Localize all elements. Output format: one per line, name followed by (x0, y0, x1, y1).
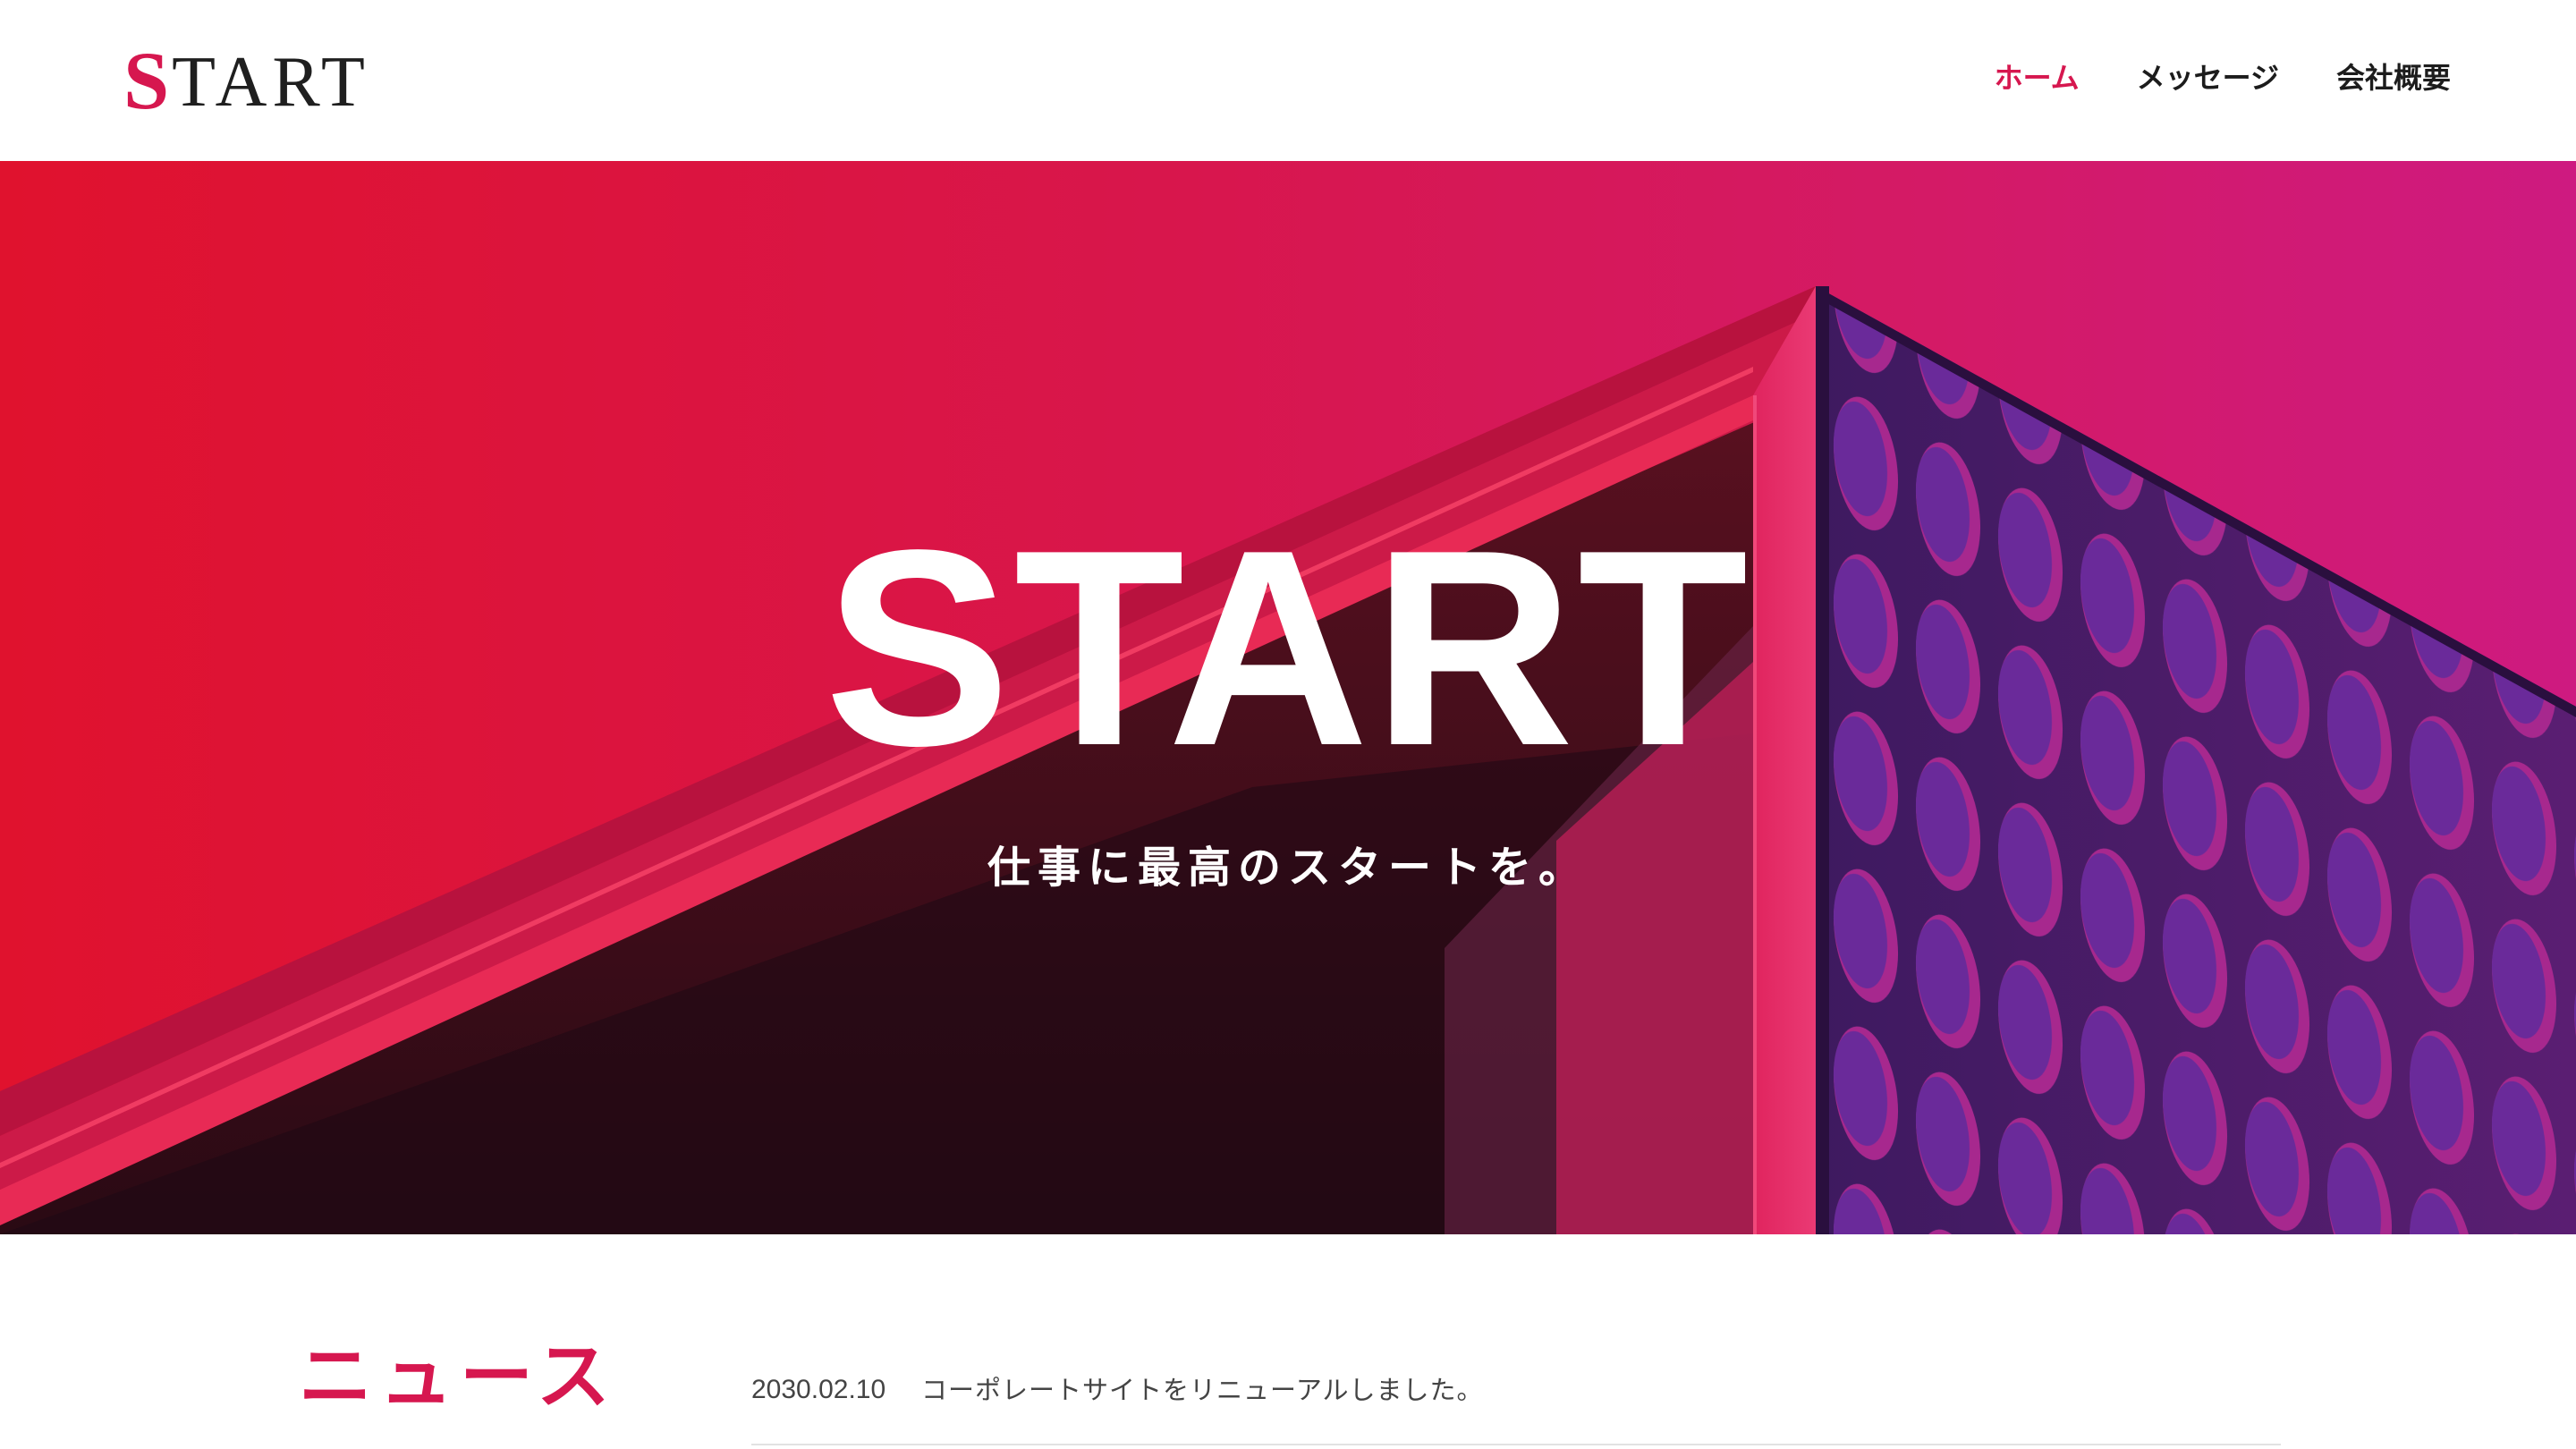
news-title[interactable]: コーポレートサイトをリニューアルしました。 (921, 1370, 1484, 1410)
hero-section: START 仕事に最高のスタートを。 (0, 161, 2576, 1234)
nav-message[interactable]: メッセージ (2137, 55, 2279, 100)
logo-letter-s: S (123, 35, 173, 126)
site-logo[interactable]: S TART (123, 35, 370, 126)
nav-home[interactable]: ホーム (1995, 55, 2080, 100)
hero-title: START (824, 493, 1752, 804)
nav-company[interactable]: 会社概要 (2336, 55, 2451, 100)
main-nav: ホーム メッセージ 会社概要 (1995, 55, 2451, 100)
hero-subtitle: 仕事に最高のスタートを。 (987, 843, 1589, 893)
news-section: ニュース 2030.02.10 コーポレートサイトをリニューアルしました。 (0, 1234, 2576, 1449)
news-item[interactable]: 2030.02.10 コーポレートサイトをリニューアルしました。 (751, 1370, 2281, 1445)
logo-text: TART (172, 43, 370, 122)
news-date: 2030.02.10 (751, 1375, 886, 1404)
news-heading: ニュース (299, 1335, 617, 1419)
site-header: S TART ホーム メッセージ 会社概要 (0, 0, 2576, 161)
